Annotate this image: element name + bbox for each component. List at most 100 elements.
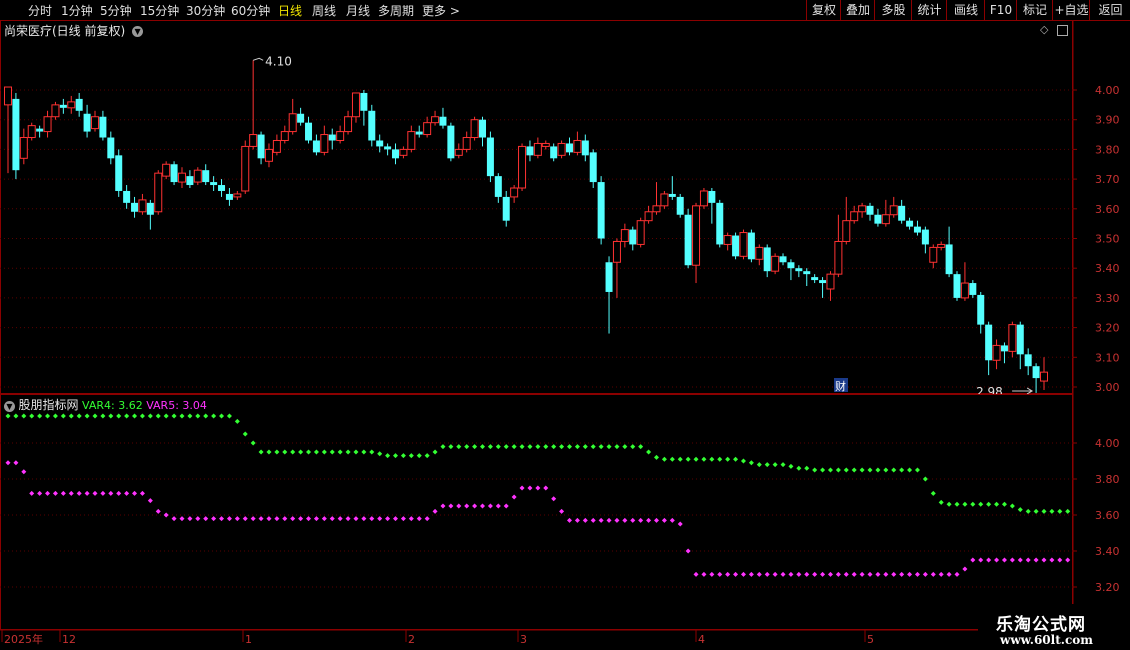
var4-series-point <box>717 456 723 462</box>
candle <box>27 122 36 141</box>
candle <box>898 199 906 224</box>
var4-series-point <box>400 453 406 459</box>
period-tab[interactable]: 周线 <box>312 2 336 19</box>
var5-series-point <box>788 571 794 577</box>
candle <box>75 92 83 117</box>
candle <box>368 104 376 147</box>
var5-series-point <box>1009 557 1015 563</box>
period-tab[interactable]: 分时 <box>28 2 52 19</box>
toolbar-button[interactable]: 返回 <box>1089 0 1130 20</box>
candle <box>162 161 171 180</box>
var5-series-point <box>400 516 406 522</box>
var5-series-point <box>669 517 675 523</box>
candle <box>771 253 780 275</box>
var5-series-point <box>139 490 145 496</box>
candle <box>629 226 637 251</box>
price-tick-label: 3.60 <box>1095 203 1120 216</box>
candle <box>431 110 440 126</box>
candle <box>360 90 368 126</box>
var5-series-point <box>132 490 138 496</box>
var5-series-point <box>1041 557 1047 563</box>
toolbar-button[interactable]: 叠加 <box>840 0 875 20</box>
candle <box>233 190 242 200</box>
var4-series-point <box>1025 508 1031 514</box>
var5-series-point <box>503 503 509 509</box>
var4-series-point <box>100 413 106 419</box>
var4-series-point <box>171 413 177 419</box>
period-tab[interactable]: 更多 > <box>422 2 460 19</box>
var4-series <box>5 413 1071 514</box>
var5-series-point <box>1033 557 1039 563</box>
var5-series-point <box>440 503 446 509</box>
var4-series-point <box>266 449 272 455</box>
candle <box>763 244 771 278</box>
period-tab[interactable]: 15分钟 <box>140 2 179 19</box>
toolbar-button[interactable]: F10 <box>984 0 1017 20</box>
candle <box>1024 348 1032 376</box>
var4-series-point <box>646 449 652 455</box>
candle <box>811 274 819 284</box>
var5-series-point <box>677 521 683 527</box>
period-tab[interactable]: 5分钟 <box>100 2 132 19</box>
price-tick-label: 3.80 <box>1095 143 1120 156</box>
price-tick-label: 3.30 <box>1095 292 1120 305</box>
candle <box>992 339 1001 370</box>
var5-series-point <box>92 490 98 496</box>
candle <box>597 176 605 245</box>
var4-series-point <box>361 449 367 455</box>
period-tab[interactable]: 月线 <box>346 2 370 19</box>
var4-series-point <box>108 413 114 419</box>
var5-series-point <box>891 571 897 577</box>
toolbar-button[interactable]: 标记 <box>1016 0 1053 20</box>
toolbar-button[interactable]: 画线 <box>946 0 985 20</box>
candle <box>170 161 178 186</box>
var4-series-point <box>353 449 359 455</box>
var4-series-point <box>709 456 715 462</box>
var5-series-point <box>661 517 667 523</box>
var5-series-point <box>701 571 707 577</box>
price-tick-label: 3.50 <box>1095 233 1120 246</box>
var5-series-point <box>843 571 849 577</box>
toolbar-button[interactable]: 统计 <box>911 0 947 20</box>
candle <box>541 140 550 150</box>
var5-series-point <box>1017 557 1023 563</box>
price-tick-label: 3.20 <box>1095 322 1120 335</box>
period-tab[interactable]: 多周期 <box>378 2 414 19</box>
var5-series-point <box>424 516 430 522</box>
candle <box>43 110 52 138</box>
var5-series-point <box>464 503 470 509</box>
period-tab[interactable]: 60分钟 <box>231 2 270 19</box>
var4-series-point <box>139 413 145 419</box>
toolbar-button[interactable]: +自选 <box>1052 0 1090 20</box>
var4-series-point <box>250 440 256 446</box>
price-tick-label: 3.00 <box>1095 381 1120 394</box>
var4-series-point <box>163 413 169 419</box>
var4-series-point <box>598 444 604 450</box>
var5-series-point <box>369 516 375 522</box>
time-label: 5 <box>867 633 874 646</box>
var5-series-point <box>68 490 74 496</box>
var4-series-point <box>527 444 533 450</box>
toolbar-button[interactable]: 多股 <box>874 0 912 20</box>
var5-series-point <box>203 516 209 522</box>
var4-series-point <box>274 449 280 455</box>
toolbar-button[interactable]: 复权 <box>806 0 841 20</box>
var4-series-point <box>1057 508 1063 514</box>
finance-event-marker[interactable]: 财 <box>834 378 848 393</box>
var5-series-point <box>313 516 319 522</box>
time-label: 4 <box>698 633 705 646</box>
var5-series-point <box>187 516 193 522</box>
candle <box>1008 321 1017 358</box>
low-price-label: 2.98 <box>976 385 1003 394</box>
candle <box>636 217 645 248</box>
period-tab[interactable]: 日线 <box>278 2 302 19</box>
var4-series-point <box>661 456 667 462</box>
var5-series-point <box>21 469 27 475</box>
candle <box>921 226 929 254</box>
var4-series-point <box>930 490 936 496</box>
period-tab[interactable]: 1分钟 <box>61 2 93 19</box>
candle <box>51 101 60 120</box>
period-tab[interactable]: 30分钟 <box>186 2 225 19</box>
var5-series-point <box>551 496 557 502</box>
var4-series-point <box>369 449 375 455</box>
